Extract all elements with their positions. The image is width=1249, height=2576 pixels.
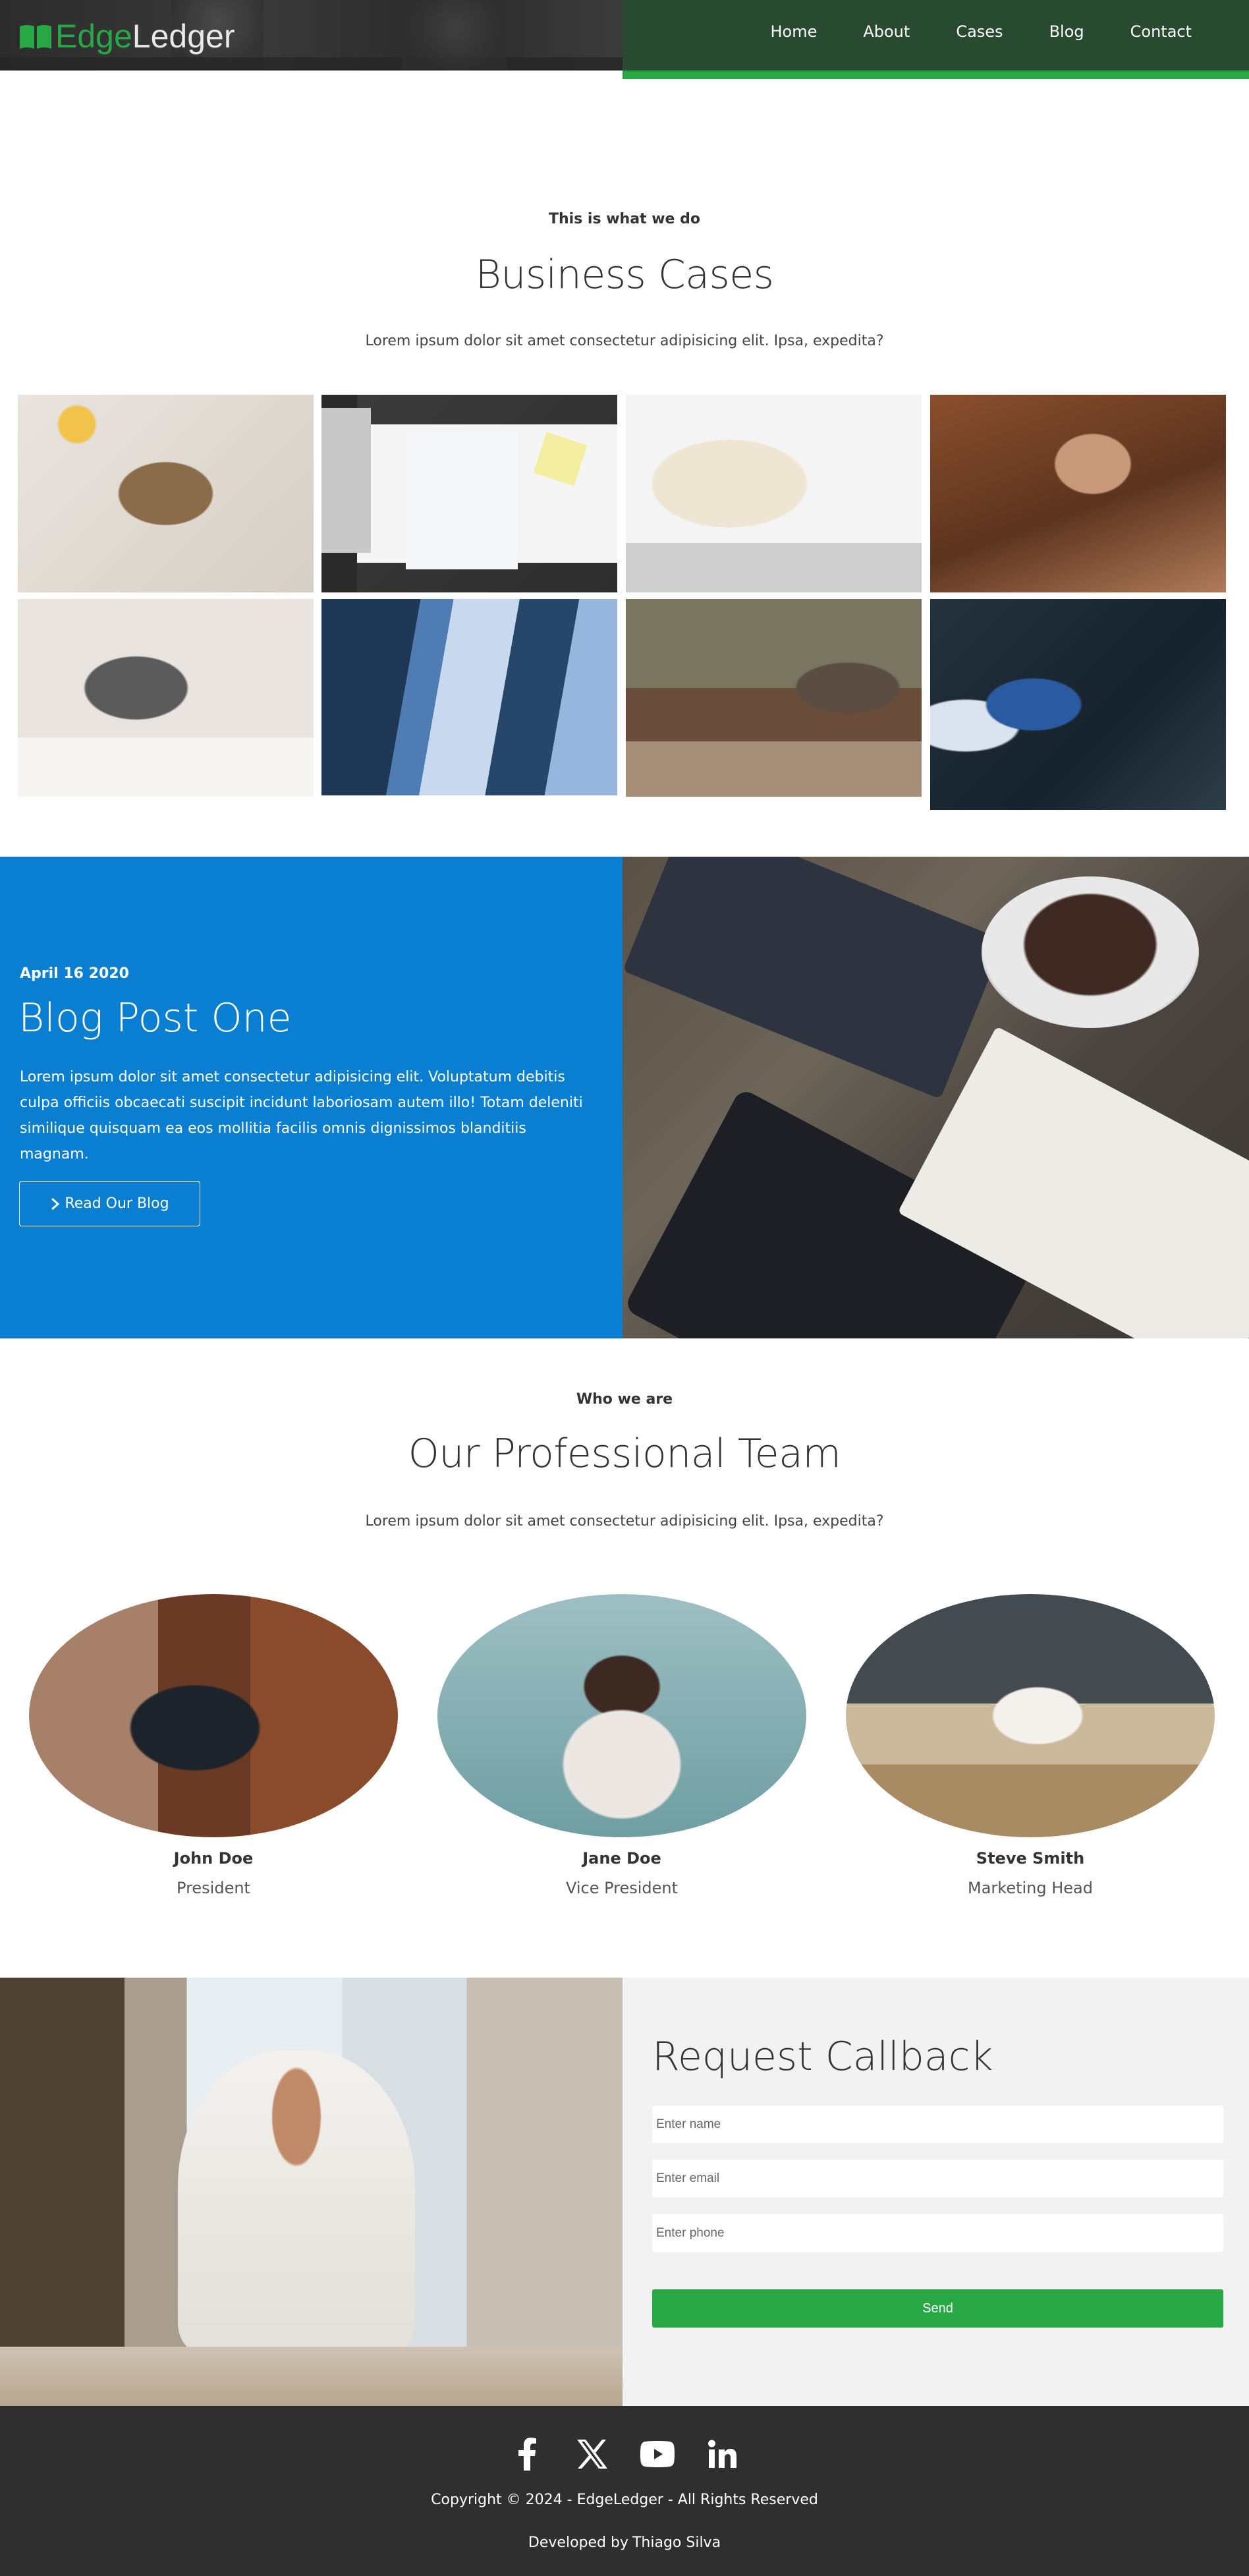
read-blog-button[interactable]: Read Our Blog: [19, 1181, 200, 1226]
nav-underline-bar: [623, 71, 1249, 79]
member-portrait: [29, 1594, 398, 1837]
footer: Copyright © 2024 - EdgeLedger - All Righ…: [0, 2406, 1249, 2576]
blog-excerpt: Lorem ipsum dolor sit amet consectetur a…: [20, 1069, 583, 1162]
social-links: [0, 2436, 1249, 2473]
blog-date: April 16 2020: [20, 965, 129, 982]
nav-link-blog[interactable]: Blog: [1026, 22, 1107, 41]
blog-section: April 16 2020 Blog Post One Lorem ipsum …: [0, 857, 1249, 1338]
developer-credit: Developed by Thiago Silva: [0, 2534, 1249, 2551]
cases-title: Business Cases: [475, 252, 774, 298]
member-name: Jane Doe: [582, 1849, 661, 1868]
facebook-icon[interactable]: [509, 2436, 545, 2473]
nav-link-home[interactable]: Home: [747, 22, 840, 41]
linkedin-icon[interactable]: [704, 2436, 741, 2473]
case-photo-charts-paper[interactable]: [321, 395, 617, 592]
open-book-icon: [20, 25, 51, 49]
blog-title: Blog Post One: [18, 995, 292, 1041]
cases-kicker: This is what we do: [548, 211, 701, 227]
team-lead: Lorem ipsum dolor sit amet consectetur a…: [365, 1513, 884, 1530]
member-name: John Doe: [173, 1849, 254, 1868]
brand-logo[interactable]: Edge Ledger: [18, 17, 235, 55]
member-role: Vice President: [565, 1879, 679, 1897]
cases-lead: Lorem ipsum dolor sit amet consectetur a…: [365, 333, 884, 349]
member-role: Marketing Head: [968, 1879, 1093, 1897]
x-icon[interactable]: [574, 2436, 611, 2473]
team-kicker: Who we are: [576, 1391, 673, 1408]
member-name: Steve Smith: [976, 1849, 1085, 1868]
nav-link-contact[interactable]: Contact: [1107, 22, 1215, 41]
team-member-card: Jane Doe Vice President: [437, 1594, 806, 1897]
case-photo-office-team[interactable]: [626, 599, 922, 797]
team-title: Our Professional Team: [408, 1431, 841, 1477]
brand-name-part1: Edge: [55, 18, 132, 55]
member-portrait: [846, 1594, 1215, 1837]
case-photo-handshake[interactable]: [626, 395, 922, 592]
case-photo-skyscrapers[interactable]: [321, 599, 617, 795]
read-blog-label: Read Our Blog: [65, 1195, 169, 1212]
case-photo-team-hands[interactable]: [930, 395, 1226, 592]
blog-text-panel: April 16 2020 Blog Post One Lorem ipsum …: [0, 857, 623, 1338]
callback-title: Request Callback: [652, 2034, 993, 2080]
brand-name-part2: Ledger: [132, 18, 235, 55]
case-photo-meeting-table[interactable]: [18, 395, 314, 592]
team-member-card: John Doe President: [29, 1594, 398, 1897]
main-menu: Home About Cases Blog Contact: [747, 22, 1215, 41]
callback-section: Request Callback Send: [0, 1978, 1249, 2406]
email-field[interactable]: [652, 2160, 1223, 2197]
blog-photo-desk-coffee: [623, 857, 1249, 1338]
team-section: Who we are Our Professional Team Lorem i…: [0, 1338, 1249, 1978]
send-button[interactable]: Send: [652, 2289, 1223, 2328]
phone-field[interactable]: [652, 2214, 1223, 2252]
author-link[interactable]: Thiago Silva: [632, 2534, 721, 2551]
case-photo-laptop-typing[interactable]: [18, 599, 314, 797]
callback-photo-man-phone: [0, 1978, 623, 2406]
nav-link-about[interactable]: About: [840, 22, 933, 41]
developed-by-label: Developed by: [528, 2534, 628, 2551]
member-role: President: [177, 1879, 250, 1897]
nav-link-cases[interactable]: Cases: [933, 22, 1026, 41]
callback-form: Request Callback Send: [623, 1978, 1249, 2406]
member-portrait: [437, 1594, 806, 1837]
youtube-icon[interactable]: [639, 2436, 676, 2473]
name-field[interactable]: [652, 2105, 1223, 2143]
copyright-text: Copyright © 2024 - EdgeLedger - All Righ…: [431, 2492, 818, 2508]
navbar: Edge Ledger Home About Cases Blog Contact: [0, 0, 1249, 79]
team-member-card: Steve Smith Marketing Head: [846, 1594, 1215, 1897]
chevron-right-icon: [51, 1197, 60, 1210]
cases-section: This is what we do Business Cases Lorem …: [0, 79, 1249, 857]
case-photo-smiling-colleagues[interactable]: [930, 599, 1226, 810]
